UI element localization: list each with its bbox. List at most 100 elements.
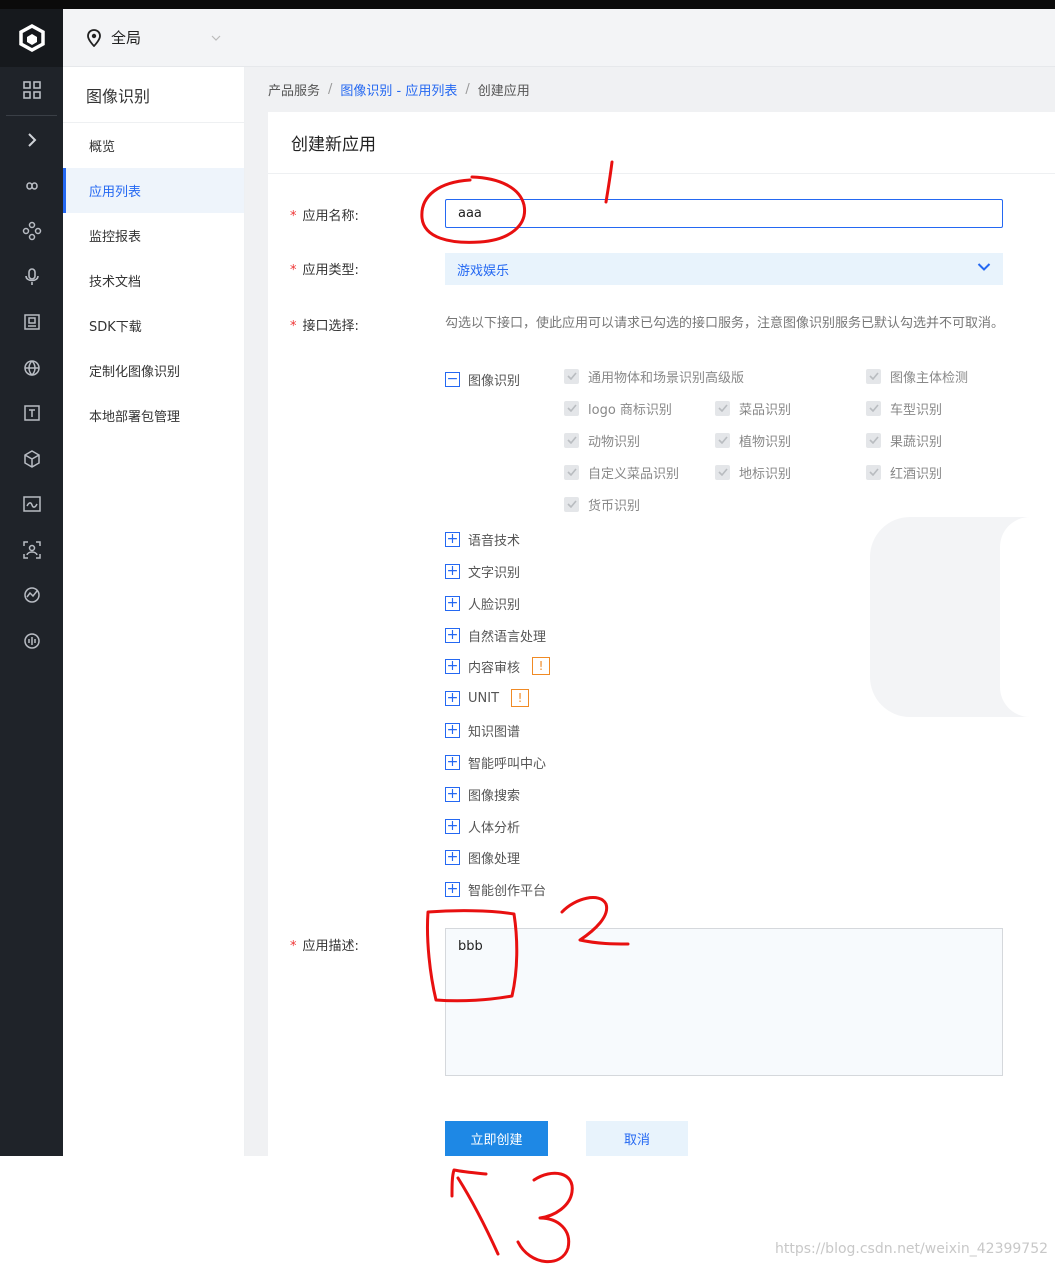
checkmark-icon	[564, 368, 579, 384]
cube-icon[interactable]	[0, 436, 63, 482]
sidebar-item-docs[interactable]: 技术文档	[63, 258, 244, 303]
expand-plus-icon: +	[445, 785, 460, 802]
expand-plus-icon: +	[445, 689, 460, 706]
expand-plus-icon: +	[445, 848, 460, 865]
api-group-body-analysis[interactable]: + 人体分析	[445, 816, 520, 836]
expand-plus-icon: +	[445, 880, 460, 897]
checkmark-icon	[866, 400, 881, 416]
breadcrumb-separator: /	[328, 81, 333, 97]
api-checkbox: 通用物体和场景识别高级版	[564, 366, 744, 386]
rail-divider	[6, 114, 57, 116]
api-checkbox: 图像主体检测	[866, 366, 968, 386]
api-group-content-review[interactable]: + 内容审核!	[445, 656, 551, 676]
create-now-button[interactable]: 立即创建	[445, 1121, 548, 1156]
text-recognition-icon[interactable]	[0, 391, 63, 437]
app-name-label: * 应用名称:	[290, 209, 359, 224]
checkmark-icon	[715, 400, 730, 416]
api-checkbox: 货币识别	[564, 494, 640, 514]
cloud-logo-icon[interactable]	[0, 9, 63, 67]
sidebar-item-custom[interactable]: 定制化图像识别	[63, 348, 244, 393]
breadcrumb-root[interactable]: 产品服务	[268, 80, 320, 99]
sidebar-item-monitoring[interactable]: 监控报表	[63, 213, 244, 258]
api-group-image-processing[interactable]: + 图像处理	[445, 847, 520, 867]
app-type-select[interactable]: 游戏娱乐	[445, 253, 1003, 285]
sidebar-item-overview[interactable]: 概览	[63, 123, 244, 168]
location-pin-icon	[87, 28, 101, 47]
api-checkbox: 菜品识别	[715, 398, 791, 418]
chevron-down-icon	[211, 35, 221, 41]
page-title: 创建新应用	[268, 112, 1055, 174]
checkmark-icon	[564, 432, 579, 448]
region-label: 全局	[111, 29, 142, 47]
api-group-unit[interactable]: + UNIT!	[445, 688, 530, 708]
warning-icon: !	[532, 657, 551, 675]
expand-chevron-icon[interactable]	[0, 118, 63, 164]
api-checkbox: 地标识别	[715, 462, 791, 482]
api-group-nlp[interactable]: + 自然语言处理	[445, 625, 546, 645]
infinity-icon[interactable]	[0, 163, 63, 209]
sidebar-item-sdk[interactable]: SDK下载	[63, 303, 244, 348]
cancel-button[interactable]: 取消	[586, 1121, 688, 1156]
top-header: 全局	[63, 9, 1055, 67]
expand-plus-icon: +	[445, 530, 460, 547]
annotation-number-3	[516, 1171, 574, 1264]
collapse-minus-icon[interactable]: −	[445, 371, 460, 387]
voice-wave-icon[interactable]	[0, 618, 63, 664]
microphone-icon[interactable]	[0, 254, 63, 300]
sidebar-title: 图像识别	[63, 67, 244, 123]
app-name-input[interactable]	[445, 199, 1003, 228]
api-group-label: 图像识别	[468, 373, 521, 389]
checkmark-icon	[564, 496, 579, 512]
globe-icon[interactable]	[0, 345, 63, 391]
expand-plus-icon: +	[445, 626, 460, 643]
checkmark-icon	[715, 464, 730, 480]
face-scan-icon[interactable]	[0, 527, 63, 573]
api-group-knowledge-graph[interactable]: + 知识图谱	[445, 720, 520, 740]
api-checkbox: 果蔬识别	[866, 430, 942, 450]
checkmark-icon	[715, 432, 730, 448]
api-group-image-search[interactable]: + 图像搜索	[445, 784, 520, 804]
expand-plus-icon: +	[445, 594, 460, 611]
background-decoration	[870, 517, 1055, 717]
breadcrumb-current: 创建应用	[477, 83, 530, 99]
sidebar-item-local-deploy[interactable]: 本地部署包管理	[63, 393, 244, 438]
region-selector[interactable]: 全局	[87, 27, 221, 48]
breadcrumb-app-list-link[interactable]: 图像识别 - 应用列表	[340, 80, 457, 99]
sidebar-item-app-list[interactable]: 应用列表	[63, 168, 244, 213]
api-checkbox: 动物识别	[564, 430, 640, 450]
api-group-image-recognition[interactable]: − 图像识别	[445, 369, 520, 389]
grid-menu-icon[interactable]	[0, 67, 63, 113]
warning-icon: !	[511, 689, 530, 707]
checkmark-icon	[564, 400, 579, 416]
api-group-ocr[interactable]: + 文字识别	[445, 561, 520, 581]
image-recognition-icon[interactable]	[0, 300, 63, 346]
watermark: https://blog.csdn.net/weixin_42399752	[775, 1241, 1049, 1257]
app-type-label: * 应用类型:	[290, 263, 359, 278]
expand-plus-icon: +	[445, 562, 460, 579]
expand-plus-icon: +	[445, 721, 460, 738]
annotation-arrow-3	[450, 1168, 500, 1256]
api-group-face[interactable]: + 人脸识别	[445, 593, 520, 613]
api-checkbox: 植物识别	[715, 430, 791, 450]
breadcrumb: 产品服务 / 图像识别 - 应用列表 / 创建应用	[268, 79, 530, 99]
checkmark-icon	[866, 464, 881, 480]
api-group-creation-platform[interactable]: + 智能创作平台	[445, 879, 546, 899]
app-desc-label: * 应用描述:	[290, 939, 359, 954]
checkmark-icon	[564, 464, 579, 480]
expand-plus-icon: +	[445, 657, 460, 674]
network-nodes-icon[interactable]	[0, 209, 63, 255]
content-review-icon[interactable]	[0, 482, 63, 528]
api-checkbox: logo 商标识别	[564, 398, 672, 418]
checkmark-icon	[866, 432, 881, 448]
app-type-value: 游戏娱乐	[457, 263, 510, 279]
api-select-label: * 接口选择:	[290, 319, 359, 334]
api-checkbox: 车型识别	[866, 398, 942, 418]
expand-plus-icon: +	[445, 817, 460, 834]
api-group-call-center[interactable]: + 智能呼叫中心	[445, 752, 546, 772]
app-desc-textarea[interactable]: bbb	[445, 928, 1003, 1076]
expand-plus-icon: +	[445, 753, 460, 770]
analytics-icon[interactable]	[0, 573, 63, 619]
api-group-speech[interactable]: + 语音技术	[445, 529, 520, 549]
api-checkbox: 红酒识别	[866, 462, 942, 482]
product-rail	[0, 9, 63, 1156]
